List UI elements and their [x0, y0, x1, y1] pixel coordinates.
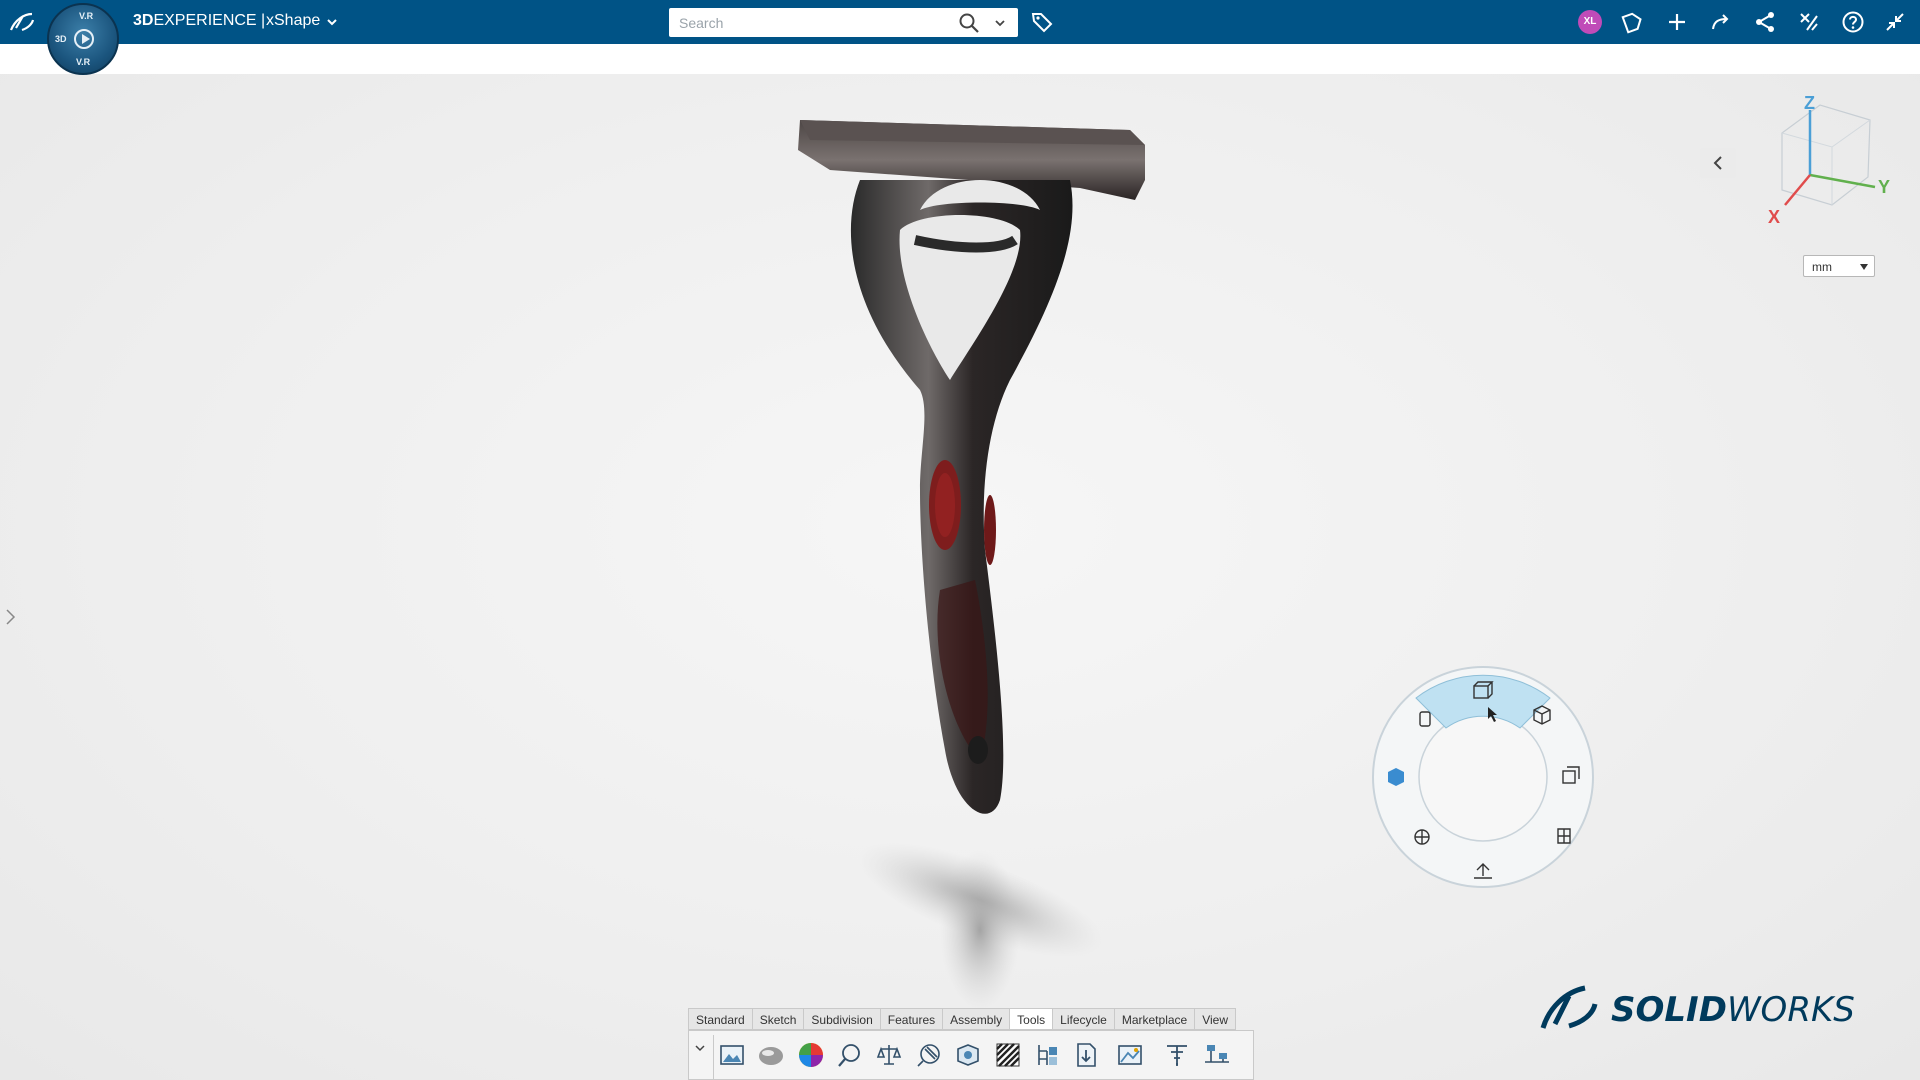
axis-z-label: Z	[1804, 95, 1815, 113]
share-network-icon[interactable]	[1753, 10, 1777, 34]
color-wheel-icon[interactable]	[797, 1041, 825, 1069]
draft-analysis-icon[interactable]	[954, 1041, 982, 1069]
document-download-icon[interactable]	[1072, 1041, 1100, 1069]
redo-icon[interactable]	[1709, 10, 1733, 34]
feature-tree-icon[interactable]	[1033, 1041, 1061, 1069]
filter-icon[interactable]	[1163, 1041, 1191, 1069]
view-selector-wheel[interactable]	[1370, 664, 1596, 890]
chevron-left-icon	[1713, 156, 1722, 170]
avatar[interactable]: XL	[1578, 10, 1602, 34]
brand-works: WORKS	[1726, 990, 1855, 1030]
tab-view[interactable]: View	[1195, 1009, 1235, 1029]
tab-lifecycle[interactable]: Lifecycle	[1053, 1009, 1115, 1029]
compass-label-bottom: V.R	[76, 57, 91, 67]
action-bar: Standard Sketch Subdivision Features Ass…	[688, 1008, 1254, 1080]
search-icon[interactable]	[958, 12, 980, 34]
tag-icon[interactable]	[1030, 10, 1054, 34]
tools-icon[interactable]	[1797, 10, 1821, 34]
align-icon[interactable]	[1203, 1041, 1231, 1069]
secondary-bar	[0, 44, 1920, 74]
render-image-icon[interactable]	[718, 1041, 746, 1069]
tab-features[interactable]: Features	[881, 1009, 944, 1029]
chevron-down-icon[interactable]	[993, 16, 1007, 30]
ds-logo-icon	[1540, 985, 1598, 1029]
orientation-triad[interactable]: Z Y X	[1760, 95, 1910, 235]
chevron-down-icon[interactable]	[326, 16, 338, 28]
tab-standard[interactable]: Standard	[689, 1009, 753, 1029]
action-bar-tabs: Standard Sketch Subdivision Features Ass…	[688, 1008, 1237, 1030]
search-input[interactable]	[679, 13, 939, 32]
app-name[interactable]: xShape	[266, 12, 320, 30]
tab-tools[interactable]: Tools	[1010, 1009, 1054, 1029]
material-sphere-icon[interactable]	[757, 1041, 785, 1069]
solidworks-logo: SOLIDWORKS	[1535, 970, 1855, 1034]
axis-x-label: X	[1768, 207, 1780, 227]
platform-title: 3DEXPERIENCE |	[133, 12, 266, 29]
units-value: mm	[1812, 260, 1832, 274]
units-select[interactable]: mm	[1803, 255, 1875, 277]
panel-expand-icon[interactable]	[4, 608, 18, 626]
razor-model[interactable]	[780, 110, 1160, 1010]
compass-label-top: V.R	[79, 11, 94, 21]
ds-logo-icon[interactable]	[6, 6, 38, 38]
measure-zoom-icon[interactable]	[836, 1041, 864, 1069]
section-analysis-icon[interactable]	[915, 1041, 943, 1069]
tab-sketch[interactable]: Sketch	[753, 1009, 805, 1029]
axis-y-label: Y	[1878, 177, 1890, 197]
play-icon[interactable]	[74, 29, 94, 49]
compass-label-left: 3D	[55, 34, 67, 44]
share-icon[interactable]	[1621, 10, 1645, 34]
help-icon[interactable]	[1841, 10, 1865, 34]
tab-marketplace[interactable]: Marketplace	[1115, 1009, 1196, 1029]
tab-assembly[interactable]: Assembly	[943, 1009, 1011, 1029]
triad-collapse-button[interactable]	[1700, 148, 1736, 178]
dropdown-arrow-icon	[1860, 264, 1868, 270]
plus-icon[interactable]	[1665, 10, 1689, 34]
tool-palette	[688, 1030, 1254, 1080]
balance-icon[interactable]	[875, 1041, 903, 1069]
collapse-icon[interactable]	[1883, 10, 1907, 34]
tab-subdivision[interactable]: Subdivision	[804, 1009, 881, 1029]
compass-widget[interactable]: V.R 3D V.R	[47, 3, 119, 75]
zebra-stripes-icon[interactable]	[994, 1041, 1022, 1069]
image-compare-icon[interactable]	[1116, 1041, 1144, 1069]
chevron-down-icon[interactable]	[693, 1041, 707, 1055]
top-bar: 3DEXPERIENCE | xShape XL	[0, 0, 1920, 44]
divider	[713, 1035, 714, 1079]
brand-solid: SOLID	[1611, 990, 1727, 1030]
